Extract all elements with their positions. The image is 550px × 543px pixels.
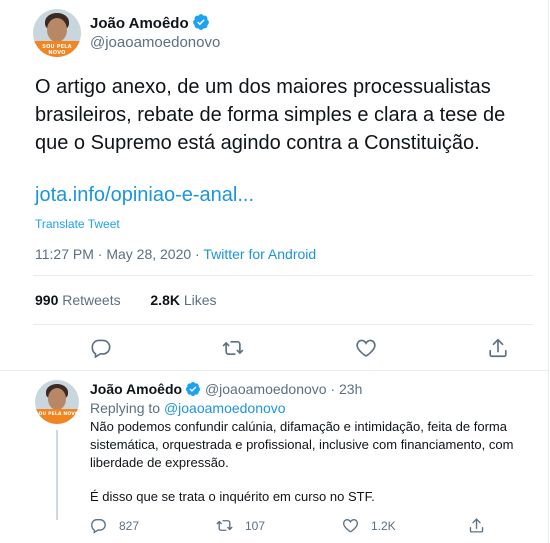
reply-replies-count: 827	[119, 519, 140, 533]
reply-author-avatar[interactable]: SOU PELA NOVO	[35, 380, 79, 424]
divider	[33, 275, 533, 276]
retweets-count: 990	[35, 292, 59, 308]
replying-to-handle[interactable]: @joaoamoedonovo	[164, 400, 286, 416]
like-button[interactable]	[355, 337, 377, 359]
replying-to: Replying to @joaoamoedonovo	[90, 400, 286, 416]
author-avatar[interactable]: SOU PELA NOVO	[33, 9, 81, 57]
like-icon	[342, 519, 359, 533]
tweet-timestamp: 11:27 PM · May 28, 2020 · Twitter for An…	[35, 246, 316, 262]
reply-header: João Amoêdo @joaoamoedonovo · 23h	[90, 381, 362, 397]
reply-age[interactable]: · 23h	[327, 381, 362, 397]
likes-count: 2.8K	[150, 292, 180, 308]
likes-label: Likes	[183, 292, 217, 308]
replying-prefix: Replying to	[90, 400, 164, 416]
verified-badge-icon	[185, 381, 201, 397]
tweet-link[interactable]: jota.info/opiniao-e-anal...	[35, 184, 254, 207]
share-button[interactable]	[487, 337, 509, 359]
retweets-label: Retweets	[62, 292, 121, 308]
share-icon	[469, 518, 484, 533]
reply-text-paragraph-2: É disso que se trata o inquérito em curs…	[90, 489, 375, 504]
verified-badge-icon	[192, 13, 210, 31]
retweet-button[interactable]	[222, 337, 244, 359]
likes-stat[interactable]: 2.8K Likes	[150, 292, 216, 308]
reply-retweets-count: 107	[245, 519, 266, 533]
like-icon	[356, 339, 376, 357]
reply-retweet-button[interactable]: 107	[216, 517, 265, 535]
reply-like-button[interactable]: 1.2K	[342, 517, 396, 535]
retweet-icon	[216, 520, 233, 531]
reply-icon	[91, 339, 111, 359]
reply-likes-count: 1.2K	[371, 519, 396, 533]
reply-author-handle[interactable]: @joaoamoedonovo	[205, 381, 327, 397]
tweet-detail-panel: SOU PELA NOVO João Amoêdo @joaoamoedonov…	[0, 0, 549, 543]
share-icon	[489, 338, 507, 358]
engagement-stats: 990 Retweets 2.8K Likes	[35, 292, 217, 308]
author-handle[interactable]: @joaoamoedonovo	[90, 34, 220, 51]
tweet-text: O artigo anexo, de um dos maiores proces…	[35, 76, 506, 154]
reply-author-name[interactable]: João Amoêdo	[90, 381, 182, 397]
retweets-stat[interactable]: 990 Retweets	[35, 292, 121, 308]
divider	[0, 370, 548, 371]
reply-reply-button[interactable]: 827	[90, 517, 139, 535]
tweet-source[interactable]: Twitter for Android	[203, 246, 316, 262]
reply-icon	[91, 519, 106, 534]
author-name-text[interactable]: João Amoêdo	[90, 15, 189, 32]
thread-line	[56, 430, 58, 520]
reply-avatar-badge-text: SOU PELA NOVO	[35, 412, 79, 417]
reply-button[interactable]	[90, 337, 112, 359]
author-name[interactable]: João Amoêdo	[90, 13, 210, 32]
translate-tweet-link[interactable]: Translate Tweet	[35, 217, 120, 231]
tweet-time[interactable]: 11:27 PM · May 28, 2020 ·	[35, 246, 203, 262]
divider	[33, 324, 533, 325]
avatar-badge-text: SOU PELA NOVO	[42, 44, 72, 56]
retweet-icon	[222, 341, 244, 355]
reply-text: Não podemos confundir calúnia, difamação…	[90, 419, 514, 470]
reply-share-button[interactable]	[468, 517, 497, 535]
